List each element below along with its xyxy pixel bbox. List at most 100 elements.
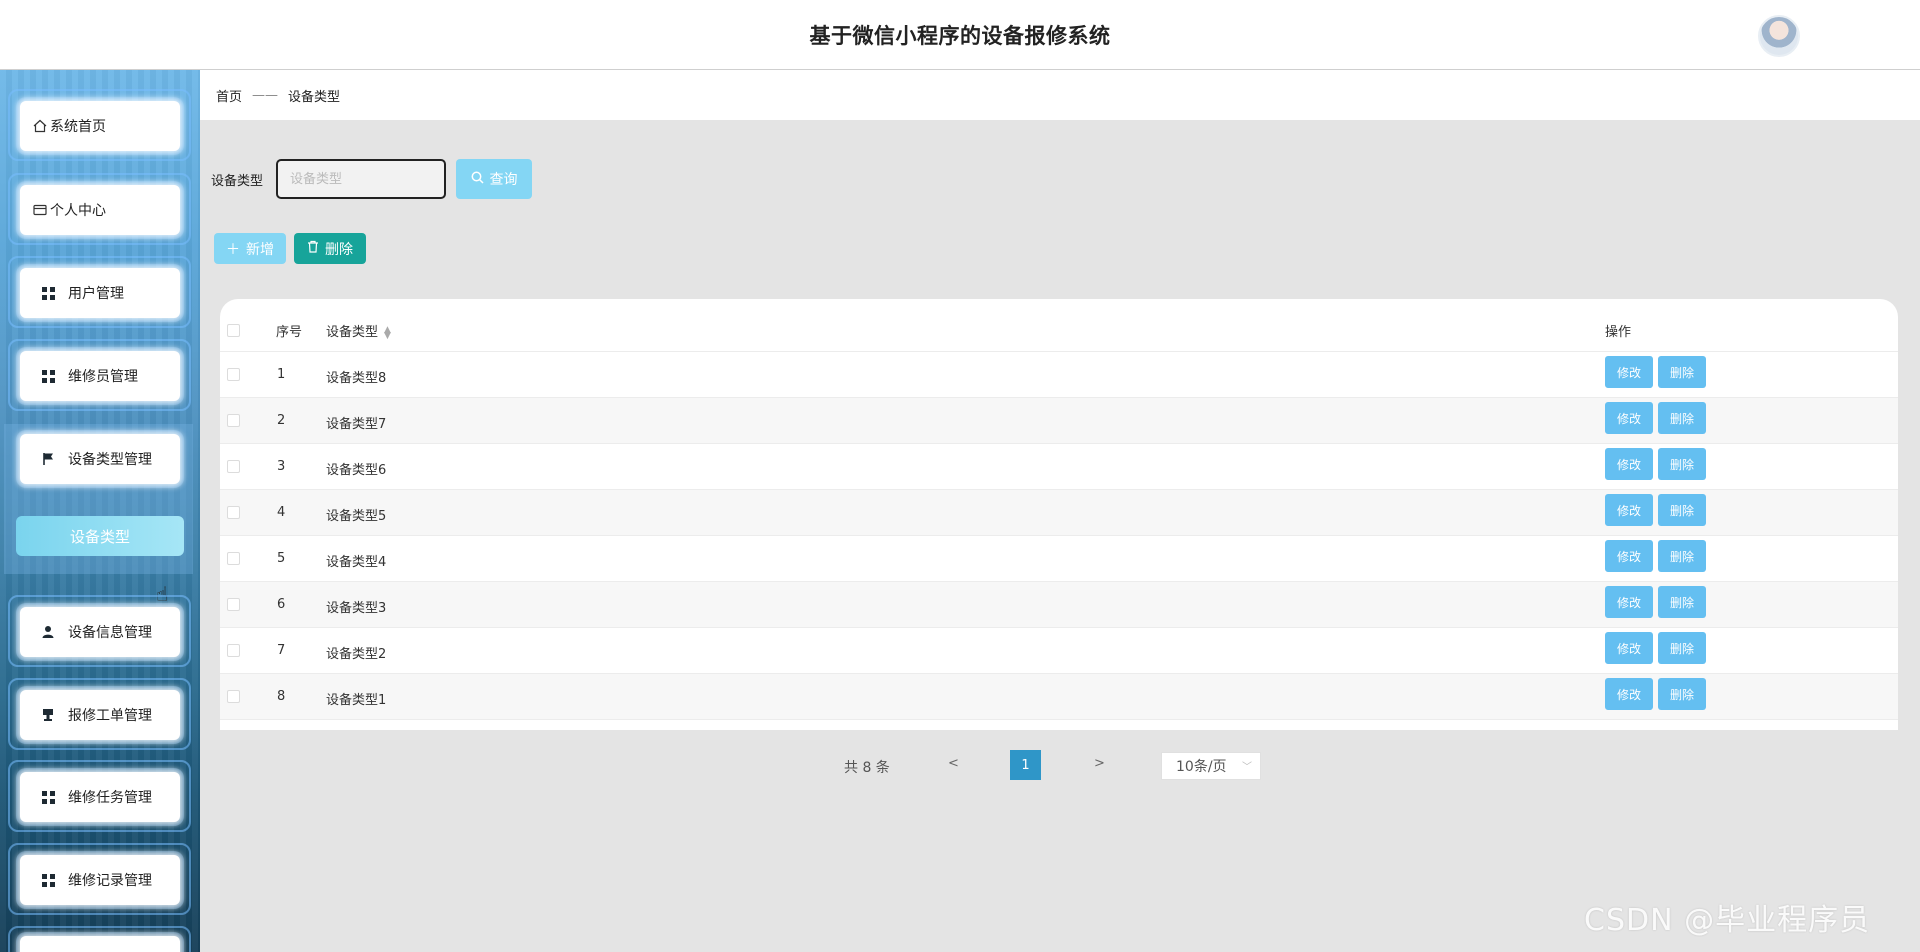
sidebar: 系统首页 个人中心 用户管理 维修员管理 设备类型管理 设备类型 ☝ 设备信息管… (0, 70, 200, 952)
row-index: 6 (277, 597, 286, 612)
row-type: 设备类型2 (326, 647, 387, 662)
sidebar-item-label: 报修工单管理 (68, 708, 152, 724)
pagination-total: 共 8 条 (844, 760, 890, 776)
sidebar-item-device-types[interactable]: 设备类型管理 (20, 434, 180, 484)
breadcrumb-home[interactable]: 首页 (216, 86, 242, 105)
edit-button[interactable]: 修改 (1605, 402, 1653, 434)
delete-button[interactable]: 删除 (1658, 540, 1706, 572)
edit-button[interactable]: 修改 (1605, 540, 1653, 572)
search-input[interactable] (276, 159, 446, 199)
sidebar-item-label: 维修员管理 (68, 369, 138, 385)
search-label: 设备类型 (211, 174, 264, 189)
sidebar-subitem-device-type[interactable]: 设备类型 (16, 516, 184, 556)
edit-button[interactable]: 修改 (1605, 678, 1653, 710)
flag-icon (40, 451, 56, 467)
edit-button[interactable]: 修改 (1605, 494, 1653, 526)
sidebar-item-more[interactable] (20, 936, 180, 952)
row-index: 1 (277, 367, 286, 382)
breadcrumb-current: 设备类型 (288, 89, 341, 105)
row-index: 2 (277, 413, 286, 428)
page-size-value: 10条/页 (1176, 759, 1227, 775)
sidebar-item-label: 个人中心 (50, 203, 106, 219)
select-all-checkbox[interactable] (227, 324, 240, 337)
row-index: 5 (277, 551, 286, 566)
row-type: 设备类型1 (326, 693, 387, 708)
app-title: 基于微信小程序的设备报修系统 (809, 24, 1111, 48)
row-checkbox[interactable] (227, 460, 240, 473)
row-index: 4 (277, 505, 286, 520)
sidebar-item-users[interactable]: 用户管理 (20, 268, 180, 318)
page-size-select[interactable]: 10条/页 ﹀ (1161, 752, 1261, 780)
breadcrumb: 首页 —— 设备类型 (200, 70, 1920, 120)
grid-icon (40, 789, 56, 805)
delete-button[interactable]: 删除 (1658, 356, 1706, 388)
query-button[interactable]: 查询 (456, 159, 532, 199)
sidebar-item-home[interactable]: 系统首页 (20, 101, 180, 151)
pagination-next-button[interactable]: > (1094, 756, 1105, 771)
row-checkbox[interactable] (227, 368, 240, 381)
edit-button[interactable]: 修改 (1605, 586, 1653, 618)
row-checkbox[interactable] (227, 598, 240, 611)
row-type: 设备类型3 (326, 601, 387, 616)
table-row: 4 设备类型5 修改 删除 (220, 490, 1898, 536)
row-index: 7 (277, 643, 286, 658)
search-icon (471, 171, 484, 188)
delete-button[interactable]: 删除 (1658, 586, 1706, 618)
sidebar-item-label: 设备类型管理 (68, 452, 152, 468)
home-icon (32, 118, 48, 134)
row-index: 8 (277, 689, 286, 704)
pagination-page-button[interactable]: 1 (1010, 750, 1041, 780)
delete-button[interactable]: 删除 (1658, 678, 1706, 710)
table-row: 8 设备类型1 修改 删除 (220, 674, 1898, 720)
edit-button[interactable]: 修改 (1605, 448, 1653, 480)
plus-icon: ＋ (226, 241, 240, 258)
sidebar-item-repair-tasks[interactable]: 维修任务管理 (20, 772, 180, 822)
sidebar-item-label: 维修任务管理 (68, 790, 152, 806)
row-type: 设备类型7 (326, 417, 387, 432)
row-index: 3 (277, 459, 286, 474)
grid-icon (40, 872, 56, 888)
sort-icon[interactable]: ▲ ▼ (384, 325, 391, 340)
row-checkbox[interactable] (227, 552, 240, 565)
top-header: 基于微信小程序的设备报修系统 (0, 0, 1920, 70)
add-button[interactable]: ＋ 新增 (214, 233, 286, 264)
sidebar-item-label: 系统首页 (50, 119, 106, 135)
edit-button[interactable]: 修改 (1605, 356, 1653, 388)
row-checkbox[interactable] (227, 690, 240, 703)
column-header-index: 序号 (276, 325, 303, 340)
sidebar-item-label: 用户管理 (68, 286, 124, 302)
sidebar-item-device-info[interactable]: 设备信息管理 (20, 607, 180, 657)
delete-button[interactable]: 删除 (1658, 494, 1706, 526)
row-checkbox[interactable] (227, 644, 240, 657)
row-checkbox[interactable] (227, 506, 240, 519)
add-button-label: 新增 (246, 241, 274, 258)
pagination-prev-button[interactable]: < (948, 756, 959, 771)
sidebar-item-repairers[interactable]: 维修员管理 (20, 351, 180, 401)
sidebar-item-label: 维修记录管理 (68, 873, 152, 889)
grid-icon (40, 368, 56, 384)
sidebar-item-label: 设备信息管理 (68, 625, 152, 641)
column-header-type-label: 设备类型 (326, 325, 379, 340)
sidebar-item-profile[interactable]: 个人中心 (20, 185, 180, 235)
row-type: 设备类型4 (326, 555, 387, 570)
data-table: 序号 设备类型 ▲ ▼ 操作 1 设备类型8 修改 删除 2 设备类型7 修改 删除… (220, 299, 1898, 730)
delete-button[interactable]: 删除 (1658, 632, 1706, 664)
avatar[interactable] (1758, 15, 1800, 57)
delete-button[interactable]: 删除 (1658, 402, 1706, 434)
table-row: 1 设备类型8 修改 删除 (220, 352, 1898, 398)
stamp-icon (40, 707, 56, 723)
trash-icon (307, 240, 319, 257)
bulk-delete-button[interactable]: 删除 (294, 233, 366, 264)
table-row: 6 设备类型3 修改 删除 (220, 582, 1898, 628)
sidebar-item-repair-records[interactable]: 维修记录管理 (20, 855, 180, 905)
sidebar-item-work-orders[interactable]: 报修工单管理 (20, 690, 180, 740)
delete-button[interactable]: 删除 (1658, 448, 1706, 480)
column-header-type[interactable]: 设备类型 ▲ ▼ (326, 321, 391, 340)
row-checkbox[interactable] (227, 414, 240, 427)
card-icon (32, 202, 48, 218)
query-button-label: 查询 (489, 172, 518, 188)
edit-button[interactable]: 修改 (1605, 632, 1653, 664)
grid-icon (40, 285, 56, 301)
chevron-down-icon: ﹀ (1242, 762, 1252, 773)
row-type: 设备类型5 (326, 509, 387, 524)
